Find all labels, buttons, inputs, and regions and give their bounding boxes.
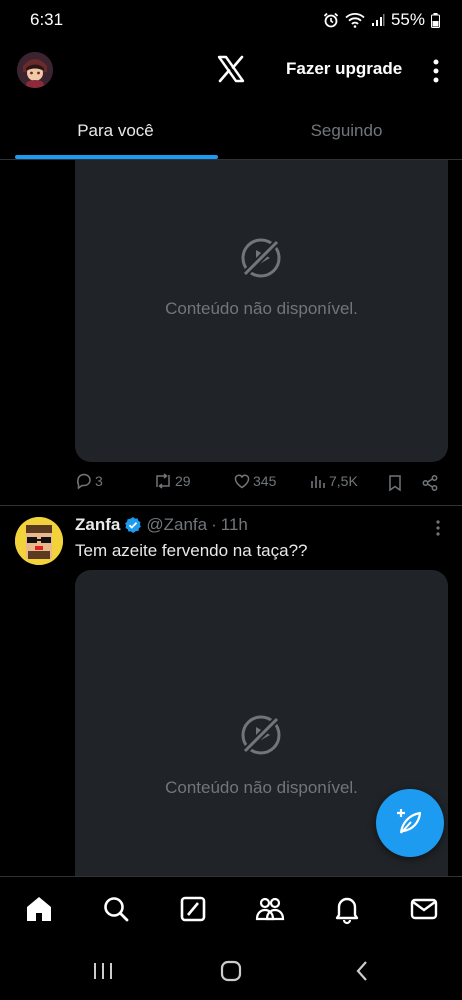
views-button[interactable]: 7,5K (309, 472, 358, 490)
media-unavailable-text: Conteúdo não disponível. (165, 299, 358, 318)
reply-count: 3 (95, 473, 103, 489)
x-logo-icon[interactable] (216, 54, 246, 84)
nav-notifications[interactable] (331, 893, 363, 925)
signal-icon (371, 14, 385, 26)
bottom-navigation (0, 876, 462, 940)
compose-icon (397, 809, 422, 834)
nav-communities[interactable] (254, 893, 286, 925)
nav-search[interactable] (100, 893, 132, 925)
feed-tabs: Para você Seguindo (0, 100, 462, 160)
post-divider (0, 505, 462, 506)
notifications-icon (335, 897, 359, 925)
repost-button[interactable]: 29 (153, 472, 191, 490)
view-count: 7,5K (329, 473, 358, 489)
views-icon (311, 476, 325, 488)
post-more-icon[interactable] (431, 518, 445, 538)
alarm-icon (323, 12, 339, 28)
compose-post-button[interactable] (376, 789, 444, 857)
home-icon (27, 897, 51, 921)
post-time: 11h (220, 515, 248, 534)
verified-badge-icon (125, 517, 142, 533)
author-name[interactable]: Zanfa (75, 515, 120, 535)
bookmark-icon[interactable] (387, 474, 403, 492)
upgrade-button[interactable]: Fazer upgrade (286, 59, 402, 79)
status-bar: 6:31 55% (0, 0, 462, 40)
recent-apps-icon[interactable] (90, 958, 116, 984)
author-handle[interactable]: @Zanfa (146, 515, 207, 535)
media-placeholder[interactable]: Conteúdo não disponível. (75, 160, 448, 462)
system-navigation (0, 940, 462, 1000)
status-time: 6:31 (30, 10, 64, 29)
nav-grok[interactable] (177, 893, 209, 925)
nav-messages[interactable] (408, 893, 440, 925)
meta-separator: · (211, 515, 217, 534)
home-system-icon[interactable] (218, 958, 244, 984)
post-actions: 3 29 345 7,5K (75, 472, 448, 496)
repost-count: 29 (175, 473, 191, 489)
more-options-icon[interactable] (426, 56, 446, 86)
status-indicators: 55% (323, 10, 440, 30)
video-unavailable-icon (241, 715, 281, 755)
tab-seguindo[interactable]: Seguindo (231, 100, 462, 160)
tab-para-voce[interactable]: Para você (0, 100, 231, 160)
nav-home[interactable] (23, 893, 55, 925)
author-avatar[interactable] (15, 517, 63, 565)
active-tab-indicator (15, 155, 218, 159)
search-icon (104, 897, 129, 922)
battery-icon (431, 12, 440, 28)
repost-icon (156, 473, 170, 489)
wifi-icon (345, 13, 365, 28)
back-icon[interactable] (350, 958, 376, 984)
video-unavailable-icon (241, 238, 281, 278)
post-header: Zanfa @Zanfa · 11h (75, 515, 248, 535)
grok-icon (180, 896, 206, 922)
top-bar: Fazer upgrade (0, 40, 462, 100)
messages-icon (410, 898, 438, 920)
post-text: Tem azeite fervendo na taça?? (75, 541, 308, 560)
profile-avatar[interactable] (17, 52, 53, 88)
battery-percent: 55% (390, 10, 425, 29)
heart-icon (234, 474, 250, 489)
communities-icon (255, 897, 285, 921)
reply-icon (77, 473, 91, 490)
reply-button[interactable]: 3 (75, 472, 103, 490)
like-button[interactable]: 345 (233, 472, 276, 490)
share-icon[interactable] (421, 474, 439, 492)
like-count: 345 (253, 473, 277, 489)
